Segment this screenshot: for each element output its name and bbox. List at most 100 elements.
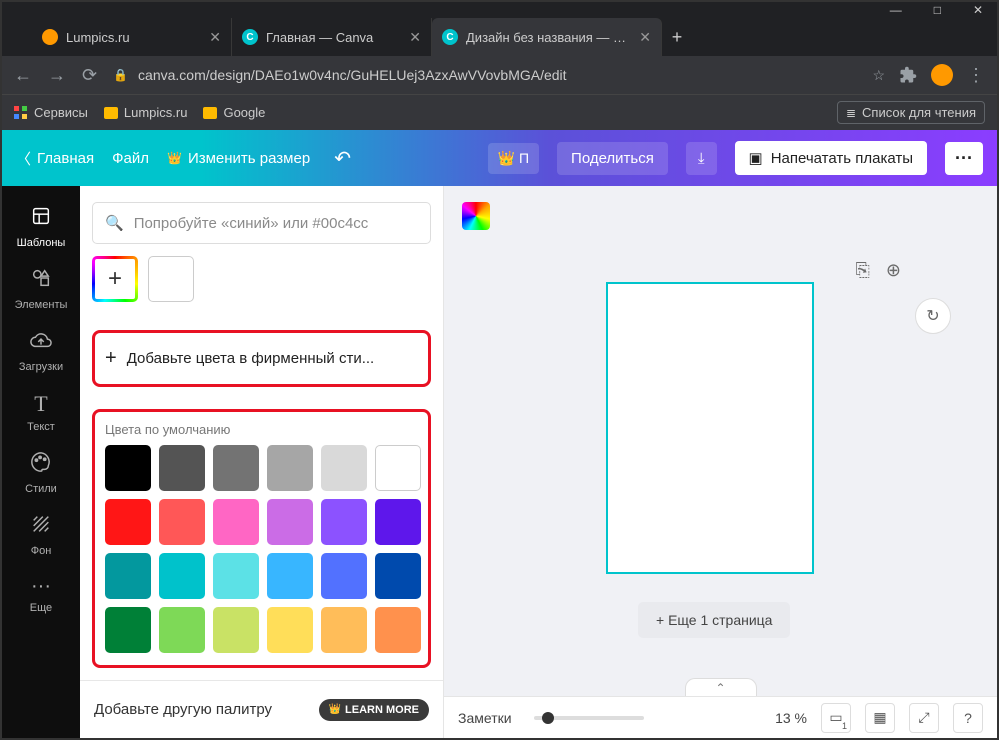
- nav-more[interactable]: ··· Еще: [2, 566, 80, 623]
- forward-button[interactable]: →: [48, 65, 66, 86]
- add-brand-colors-button[interactable]: + Добавьте цвета в фирменный сти...: [92, 330, 431, 387]
- close-tab-icon[interactable]: ✕: [409, 29, 421, 46]
- folder-icon: [104, 107, 118, 119]
- back-button[interactable]: ←: [14, 65, 32, 86]
- zoom-level[interactable]: 13 %: [775, 710, 807, 726]
- window-maximize[interactable]: □: [934, 3, 941, 17]
- color-picker-indicator[interactable]: [462, 202, 490, 230]
- learn-more-badge[interactable]: 👑 LEARN MORE: [319, 699, 429, 721]
- home-button[interactable]: 〈 Главная: [16, 148, 94, 169]
- nav-uploads[interactable]: Загрузки: [2, 320, 80, 382]
- color-swatch[interactable]: [159, 445, 205, 491]
- more-icon: ···: [31, 575, 51, 598]
- color-swatch[interactable]: [105, 445, 151, 491]
- print-button[interactable]: ▣ Напечатать плакаты: [735, 141, 928, 175]
- fullscreen-button[interactable]: ⤢: [909, 703, 939, 733]
- color-swatch[interactable]: [375, 607, 421, 653]
- canvas-page[interactable]: [606, 282, 814, 574]
- color-swatch[interactable]: [159, 499, 205, 545]
- color-swatch[interactable]: [375, 499, 421, 545]
- download-button[interactable]: ⤓: [686, 142, 717, 175]
- extensions-icon[interactable]: [899, 66, 917, 84]
- grid-view-button[interactable]: ▦: [865, 703, 895, 733]
- reload-button[interactable]: ⟳: [82, 65, 97, 86]
- color-swatch[interactable]: [213, 607, 259, 653]
- color-swatch[interactable]: [267, 607, 313, 653]
- resize-button[interactable]: 👑 Изменить размер: [167, 150, 310, 167]
- color-swatch[interactable]: [267, 445, 313, 491]
- rotate-handle[interactable]: ↻: [915, 298, 951, 334]
- color-swatch[interactable]: [321, 499, 367, 545]
- nav-label: Фон: [31, 545, 52, 557]
- add-color-swatch[interactable]: +: [92, 256, 138, 302]
- page-drawer-toggle[interactable]: ⌃: [685, 678, 757, 696]
- uploads-icon: [30, 329, 52, 357]
- color-swatch[interactable]: [213, 445, 259, 491]
- color-swatch[interactable]: [159, 607, 205, 653]
- nav-elements[interactable]: Элементы: [2, 258, 80, 320]
- help-button[interactable]: ?: [953, 703, 983, 733]
- zoom-slider[interactable]: [534, 716, 644, 720]
- bookmark-star-icon[interactable]: ☆: [872, 67, 885, 84]
- crown-icon: 👑: [329, 704, 341, 715]
- close-tab-icon[interactable]: ✕: [639, 29, 651, 46]
- bookmark-services[interactable]: Сервисы: [14, 105, 88, 120]
- browser-tab-canva-home[interactable]: C Главная — Canva ✕: [232, 18, 432, 56]
- pro-badge[interactable]: 👑 П: [488, 143, 540, 174]
- new-tab-button[interactable]: +: [662, 18, 692, 56]
- share-button[interactable]: Поделиться: [557, 142, 668, 175]
- nav-styles[interactable]: Стили: [2, 442, 80, 504]
- color-swatch[interactable]: [105, 499, 151, 545]
- resize-label: Изменить размер: [188, 150, 310, 167]
- duplicate-page-icon[interactable]: ⎘: [856, 260, 870, 281]
- file-menu[interactable]: Файл: [112, 150, 149, 167]
- color-swatch[interactable]: [375, 553, 421, 599]
- color-swatch[interactable]: [159, 553, 205, 599]
- lumpics-favicon: [42, 29, 58, 45]
- undo-button[interactable]: ↶: [334, 146, 351, 171]
- close-tab-icon[interactable]: ✕: [209, 29, 221, 46]
- nav-text[interactable]: T Текст: [2, 382, 80, 442]
- color-swatch[interactable]: [321, 553, 367, 599]
- background-icon: [30, 513, 52, 541]
- bookmark-google[interactable]: Google: [203, 105, 265, 120]
- nav-label: Загрузки: [19, 361, 63, 373]
- bookmark-lumpics[interactable]: Lumpics.ru: [104, 105, 188, 120]
- browser-tab-canva-design[interactable]: C Дизайн без названия — Плака ✕: [432, 18, 662, 56]
- add-page-icon[interactable]: ⊕: [886, 260, 901, 281]
- profile-avatar[interactable]: [931, 64, 953, 86]
- color-swatch[interactable]: [267, 499, 313, 545]
- color-swatch[interactable]: [267, 553, 313, 599]
- text-icon: T: [34, 391, 47, 417]
- bm-label: Сервисы: [34, 105, 88, 120]
- list-icon: ≣: [846, 106, 856, 120]
- color-swatch[interactable]: [105, 553, 151, 599]
- page-number: 1: [842, 721, 847, 731]
- chrome-menu-icon[interactable]: ⋮: [967, 65, 985, 86]
- notes-button[interactable]: Заметки: [458, 710, 512, 726]
- current-color-swatch[interactable]: [148, 256, 194, 302]
- color-swatch[interactable]: [321, 607, 367, 653]
- add-palette-label[interactable]: Добавьте другую палитру: [94, 701, 272, 718]
- plus-icon: +: [105, 347, 117, 370]
- add-page-button[interactable]: + Еще 1 страница: [638, 602, 790, 638]
- color-search-input[interactable]: 🔍 Попробуйте «синий» или #00c4cc: [92, 202, 431, 244]
- nav-background[interactable]: Фон: [2, 504, 80, 566]
- tab-title: Дизайн без названия — Плака: [466, 30, 631, 45]
- window-minimize[interactable]: —: [890, 3, 902, 17]
- window-close[interactable]: ✕: [973, 3, 983, 17]
- page-indicator-button[interactable]: ▭1: [821, 703, 851, 733]
- tab-title: Главная — Canva: [266, 30, 373, 45]
- browser-tab-lumpics[interactable]: Lumpics.ru ✕: [32, 18, 232, 56]
- nav-templates[interactable]: Шаблоны: [2, 196, 80, 258]
- more-button[interactable]: ···: [945, 142, 983, 175]
- color-swatch[interactable]: [213, 553, 259, 599]
- color-swatch[interactable]: [213, 499, 259, 545]
- folder-icon: [203, 107, 217, 119]
- address-bar[interactable]: 🔒 canva.com/design/DAEo1w0v4nc/GuHELUej3…: [113, 67, 856, 83]
- color-swatch[interactable]: [321, 445, 367, 491]
- color-swatch[interactable]: [375, 445, 421, 491]
- chevron-left-icon: 〈: [16, 148, 31, 169]
- reading-list-button[interactable]: ≣ Список для чтения: [837, 101, 985, 124]
- color-swatch[interactable]: [105, 607, 151, 653]
